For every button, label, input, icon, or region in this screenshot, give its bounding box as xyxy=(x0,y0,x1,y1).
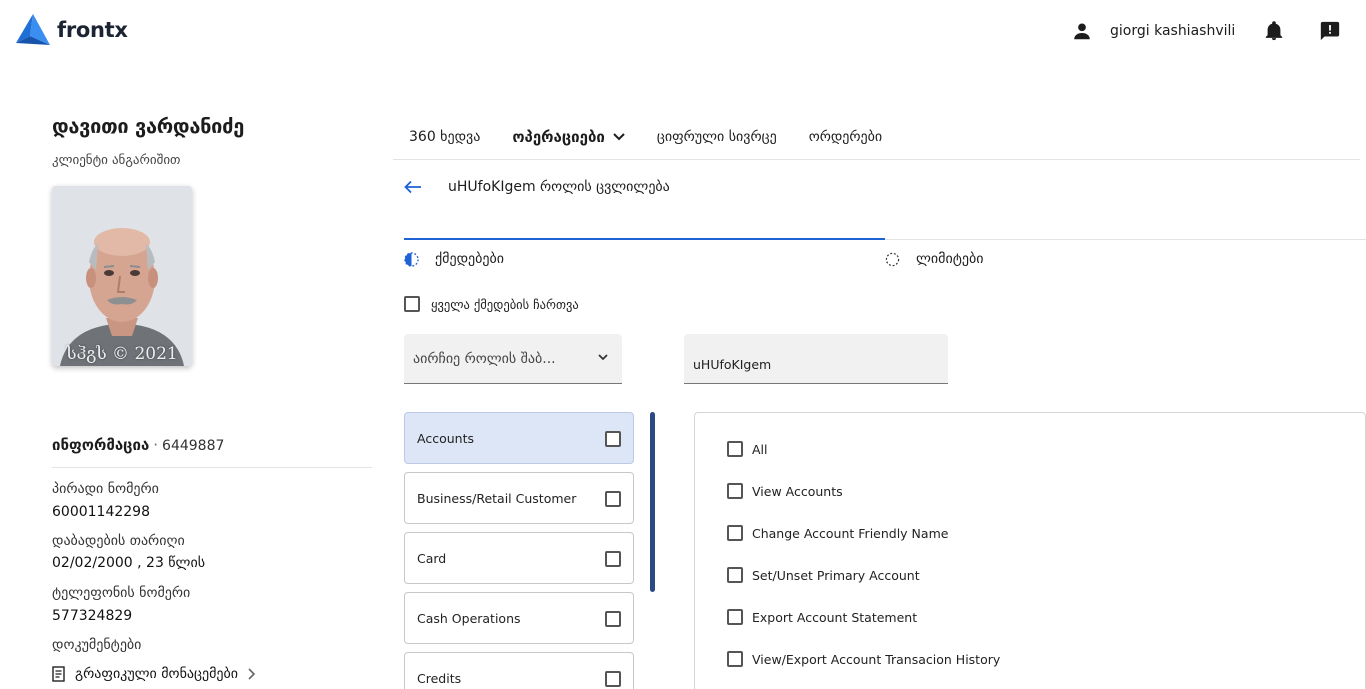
page-title: uHUfoKIgem როლის ცვლილება xyxy=(448,179,670,195)
permission-label: All xyxy=(752,441,768,457)
role-template-placeholder: აირჩიე როლის შაბ... xyxy=(413,350,556,367)
user-name: giorgi kashiashvili xyxy=(1110,23,1236,39)
permission-label: View Accounts xyxy=(752,483,843,499)
half-circle-icon xyxy=(404,251,419,267)
permission-view-accounts[interactable]: View Accounts xyxy=(727,483,843,499)
category-cash-operations[interactable]: Cash Operations xyxy=(404,592,634,644)
info-section-title: ინფორმაცია · 6449887 xyxy=(52,436,224,454)
phone-value: 577324829 xyxy=(52,608,133,624)
step-limits[interactable]: ლიმიტები xyxy=(885,251,983,267)
info-separator: · xyxy=(153,436,159,454)
phone-label: ტელეფონის ნომერი xyxy=(52,585,191,601)
category-label: Cash Operations xyxy=(417,610,521,626)
permission-checkbox[interactable] xyxy=(727,567,743,583)
category-checkbox[interactable] xyxy=(605,551,621,567)
client-type: კლიენტი ანგარიშით xyxy=(52,153,181,168)
portrait-image xyxy=(52,186,192,366)
dropdown-arrow-icon xyxy=(598,354,608,361)
brand-logo[interactable]: frontx xyxy=(16,14,128,46)
document-icon xyxy=(52,666,65,682)
info-divider xyxy=(52,467,372,468)
category-checkbox[interactable] xyxy=(605,611,621,627)
nav-divider xyxy=(393,159,1360,160)
tab-orders[interactable]: ორდერები xyxy=(809,128,882,146)
category-checkbox[interactable] xyxy=(605,491,621,507)
graph-data-label: გრაფიკული მონაცემები xyxy=(75,666,239,682)
category-label: Accounts xyxy=(417,430,474,446)
brand-name: frontx xyxy=(57,18,128,42)
permission-all[interactable]: All xyxy=(727,441,768,457)
category-label: Credits xyxy=(417,670,462,686)
category-business-retail-customer[interactable]: Business/Retail Customer xyxy=(404,472,634,524)
permission-set-primary-account[interactable]: Set/Unset Primary Account xyxy=(727,567,920,583)
birthdate-value: 02/02/2000 , 23 წლის xyxy=(52,555,206,571)
permission-label: View/Export Account Transacion History xyxy=(752,651,1001,667)
graph-data-link[interactable]: გრაფიკული მონაცემები xyxy=(52,666,256,682)
permission-checkbox[interactable] xyxy=(727,651,743,667)
person-icon xyxy=(1074,23,1090,40)
role-template-select[interactable]: აირჩიე როლის შაბ... xyxy=(404,334,622,384)
tab-operations[interactable]: ოპერაციები xyxy=(512,128,625,146)
category-label: Card xyxy=(417,550,447,566)
info-title: ინფორმაცია xyxy=(52,436,150,454)
step-actions-label: ქმედებები xyxy=(435,251,505,267)
permission-export-statement[interactable]: Export Account Statement xyxy=(727,609,917,625)
client-name: დავითი ვარდანიძე xyxy=(52,114,244,138)
category-checkbox[interactable] xyxy=(605,671,621,687)
frontx-logo-icon xyxy=(16,14,50,45)
tab-operations-label: ოპერაციები xyxy=(512,128,605,146)
chevron-right-icon xyxy=(248,668,256,680)
permission-label: Export Account Statement xyxy=(752,609,918,625)
permission-label: Set/Unset Primary Account xyxy=(752,567,920,583)
category-checkbox[interactable] xyxy=(605,431,621,447)
birthdate-label: დაბადების თარიღი xyxy=(52,533,185,549)
permissions-panel xyxy=(694,412,1366,689)
personal-number-value: 60001142298 xyxy=(52,504,150,520)
feedback-icon[interactable] xyxy=(1319,20,1341,42)
bell-icon[interactable] xyxy=(1263,20,1285,42)
permission-checkbox[interactable] xyxy=(727,441,743,457)
stepper-progress xyxy=(404,238,885,240)
category-credits[interactable]: Credits xyxy=(404,652,634,689)
tab-360-view[interactable]: 360 ხედვა xyxy=(409,128,480,146)
tab-digital-space[interactable]: ციფრული სივრცე xyxy=(657,128,777,146)
permission-checkbox[interactable] xyxy=(727,483,743,499)
category-label: Business/Retail Customer xyxy=(417,490,577,506)
back-arrow-icon[interactable] xyxy=(404,180,422,194)
dashed-circle-icon xyxy=(885,252,900,266)
permission-checkbox[interactable] xyxy=(727,609,743,625)
personal-number-label: პირადი ნომერი xyxy=(52,481,159,497)
client-number: 6449887 xyxy=(162,438,225,454)
category-scrollbar[interactable] xyxy=(650,412,655,592)
category-accounts[interactable]: Accounts xyxy=(404,412,634,464)
permission-checkbox[interactable] xyxy=(727,525,743,541)
category-card[interactable]: Card xyxy=(404,532,634,584)
user-menu[interactable]: giorgi kashiashvili xyxy=(1071,20,1235,42)
permission-change-friendly-name[interactable]: Change Account Friendly Name xyxy=(727,525,948,541)
permission-transaction-history[interactable]: View/Export Account Transacion History xyxy=(727,651,1000,667)
permission-label: Change Account Friendly Name xyxy=(752,525,949,541)
select-all-label: ყველა ქმედების ჩართვა xyxy=(431,296,579,312)
role-name-field[interactable]: uHUfoKIgem xyxy=(684,334,948,384)
step-limits-label: ლიმიტები xyxy=(916,251,984,267)
step-actions[interactable]: ქმედებები xyxy=(404,251,504,267)
photo-watermark: სჰგს © 2021 xyxy=(66,344,178,364)
select-all-actions[interactable]: ყველა ქმედების ჩართვა xyxy=(404,296,579,312)
client-nav-tabs: 360 ხედვა ოპერაციები ციფრული სივრცე ორდე… xyxy=(409,128,914,146)
documents-label: დოკუმენტები xyxy=(52,637,142,653)
client-photo: სჰგს © 2021 xyxy=(52,186,192,366)
select-all-checkbox[interactable] xyxy=(404,296,420,312)
chevron-down-icon xyxy=(613,133,625,141)
